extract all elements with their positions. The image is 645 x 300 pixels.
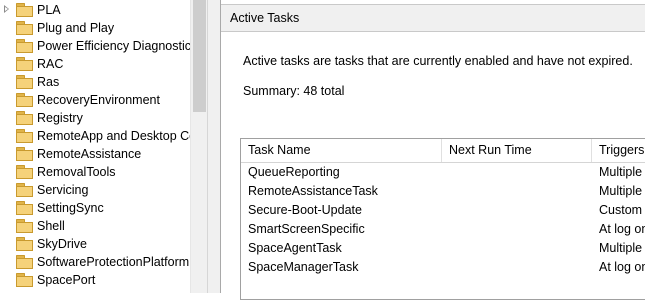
section-title: Active Tasks (230, 11, 300, 25)
tree-item-rac[interactable]: RAC (0, 55, 190, 73)
table-row[interactable]: RemoteAssistanceTask Multiple t (241, 182, 645, 201)
tree-item-label: RemoteApp and Desktop Cor (37, 129, 190, 143)
tree-item-label: Power Efficiency Diagnostics (37, 39, 190, 53)
folder-tree[interactable]: PLA Plug and Play Power Efficiency Diagn… (0, 0, 190, 293)
table-row[interactable]: SpaceManagerTask At log on (241, 258, 645, 277)
folder-icon (16, 57, 33, 71)
tree-item-registry[interactable]: Registry (0, 109, 190, 127)
tree-item-label: Shell (37, 219, 65, 233)
tree-item-settingsync[interactable]: SettingSync (0, 199, 190, 217)
cell-triggers: Custom T (599, 203, 645, 217)
column-header-next-run-time[interactable]: Next Run Time (442, 139, 592, 162)
tree-item-label: SpacePort (37, 273, 96, 287)
cell-task-name: Secure-Boot-Update (248, 203, 362, 217)
cell-triggers: Multiple t (599, 165, 645, 179)
active-tasks-table[interactable]: Task Name Next Run Time Triggers QueueRe… (240, 138, 645, 300)
folder-icon (16, 75, 33, 89)
active-tasks-panel: Active Tasks Active tasks are tasks that… (220, 0, 645, 300)
tree-item-plug-and-play[interactable]: Plug and Play (0, 19, 190, 37)
tree-item-recoveryenvironment[interactable]: RecoveryEnvironment (0, 91, 190, 109)
tree-item-label: Servicing (37, 183, 89, 197)
folder-icon (16, 93, 33, 107)
tree-item-label: SkyDrive (37, 237, 88, 251)
tree-item-label: Registry (37, 111, 83, 125)
cell-task-name: SpaceManagerTask (248, 260, 359, 274)
folder-icon (16, 273, 33, 287)
cell-triggers: At log on (599, 222, 645, 236)
folder-icon (16, 129, 33, 143)
cell-triggers: Multiple t (599, 184, 645, 198)
expand-arrow-icon[interactable] (4, 5, 9, 13)
folder-icon (16, 219, 33, 233)
table-header: Task Name Next Run Time Triggers (241, 139, 645, 163)
tree-item-label: RecoveryEnvironment (37, 93, 160, 107)
folder-icon (16, 201, 33, 215)
tree-item-softwareprotectionplatform[interactable]: SoftwareProtectionPlatform (0, 253, 190, 271)
tree-item-label: SettingSync (37, 201, 104, 215)
column-header-task-name[interactable]: Task Name (241, 139, 442, 162)
section-header[interactable]: Active Tasks (221, 4, 645, 32)
tree-item-spaceport[interactable]: SpacePort (0, 271, 190, 289)
table-row[interactable]: SmartScreenSpecific At log on (241, 220, 645, 239)
tree-item-label: RAC (37, 57, 64, 71)
tree-item-label: PLA (37, 3, 61, 17)
tree-item-ras[interactable]: Ras (0, 73, 190, 91)
cell-task-name: RemoteAssistanceTask (248, 184, 378, 198)
folder-icon (16, 237, 33, 251)
tree-item-label: Ras (37, 75, 60, 89)
tree-item-remoteapp[interactable]: RemoteApp and Desktop Cor (0, 127, 190, 145)
right-pane: Active Tasks Active tasks are tasks that… (213, 0, 645, 300)
folder-icon (16, 111, 33, 125)
folder-icon (16, 183, 33, 197)
tree-item-label: RemoteAssistance (37, 147, 142, 161)
cell-triggers: At log on (599, 260, 645, 274)
folder-icon (16, 3, 33, 17)
scrollbar-thumb[interactable] (193, 0, 206, 112)
tree-item-power-efficiency-diagnostics[interactable]: Power Efficiency Diagnostics (0, 37, 190, 55)
tree-item-skydrive[interactable]: SkyDrive (0, 235, 190, 253)
tree-item-label: Plug and Play (37, 21, 115, 35)
tree-item-remoteassistance[interactable]: RemoteAssistance (0, 145, 190, 163)
table-row[interactable]: Secure-Boot-Update Custom T (241, 201, 645, 220)
tasks-summary: Summary: 48 total (243, 84, 345, 98)
tree-item-servicing[interactable]: Servicing (0, 181, 190, 199)
column-header-triggers[interactable]: Triggers (592, 139, 645, 162)
tree-item-label: RemovalTools (37, 165, 116, 179)
panel-description: Active tasks are tasks that are currentl… (243, 54, 633, 68)
table-row[interactable]: QueueReporting Multiple t (241, 163, 645, 182)
folder-icon (16, 255, 33, 269)
folder-icon (16, 21, 33, 35)
cell-task-name: QueueReporting (248, 165, 340, 179)
table-row[interactable]: SpaceAgentTask Multiple t (241, 239, 645, 258)
tree-item-label: SoftwareProtectionPlatform (37, 255, 190, 269)
folder-icon (16, 39, 33, 53)
tree-scrollbar[interactable] (190, 0, 208, 293)
cell-task-name: SmartScreenSpecific (248, 222, 365, 236)
folder-icon (16, 147, 33, 161)
tree-item-shell[interactable]: Shell (0, 217, 190, 235)
tree-item-removaltools[interactable]: RemovalTools (0, 163, 190, 181)
cell-task-name: SpaceAgentTask (248, 241, 342, 255)
cell-triggers: Multiple t (599, 241, 645, 255)
folder-icon (16, 165, 33, 179)
tree-item-pla[interactable]: PLA (0, 1, 190, 19)
